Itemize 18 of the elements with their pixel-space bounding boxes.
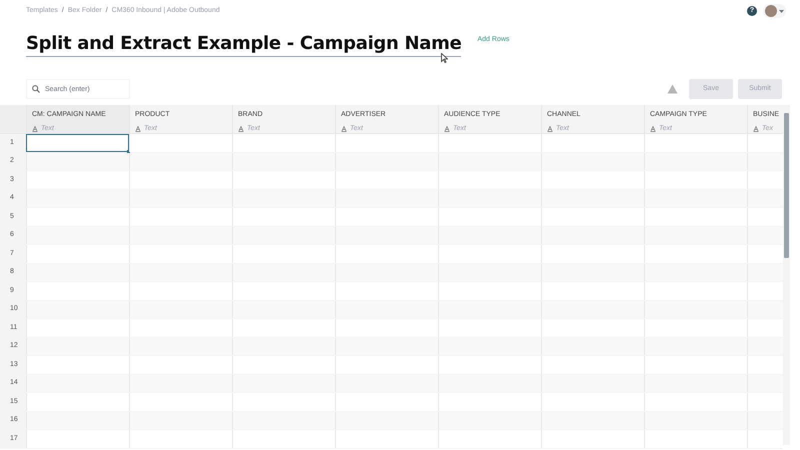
text-type-icon [32,126,38,132]
text-type-icon [341,126,347,132]
text-type-icon [444,126,450,132]
search-icon [32,85,40,93]
text-type-icon [650,126,656,132]
text-type-icon [135,126,141,132]
text-type-icon [238,126,244,132]
user-menu-button[interactable] [763,4,786,18]
warning-icon [667,84,678,94]
text-type-icon [753,126,759,132]
table-cell[interactable] [26,134,129,152]
fill-handle[interactable] [127,150,130,152]
avatar-icon [765,5,777,17]
mouse-cursor-icon [441,53,448,63]
text-type-icon [547,126,553,132]
scrollbar-thumb[interactable] [784,113,789,258]
caret-icon [779,10,784,12]
template-title[interactable]: Split and Extract Example - Campaign Name [26,32,462,57]
